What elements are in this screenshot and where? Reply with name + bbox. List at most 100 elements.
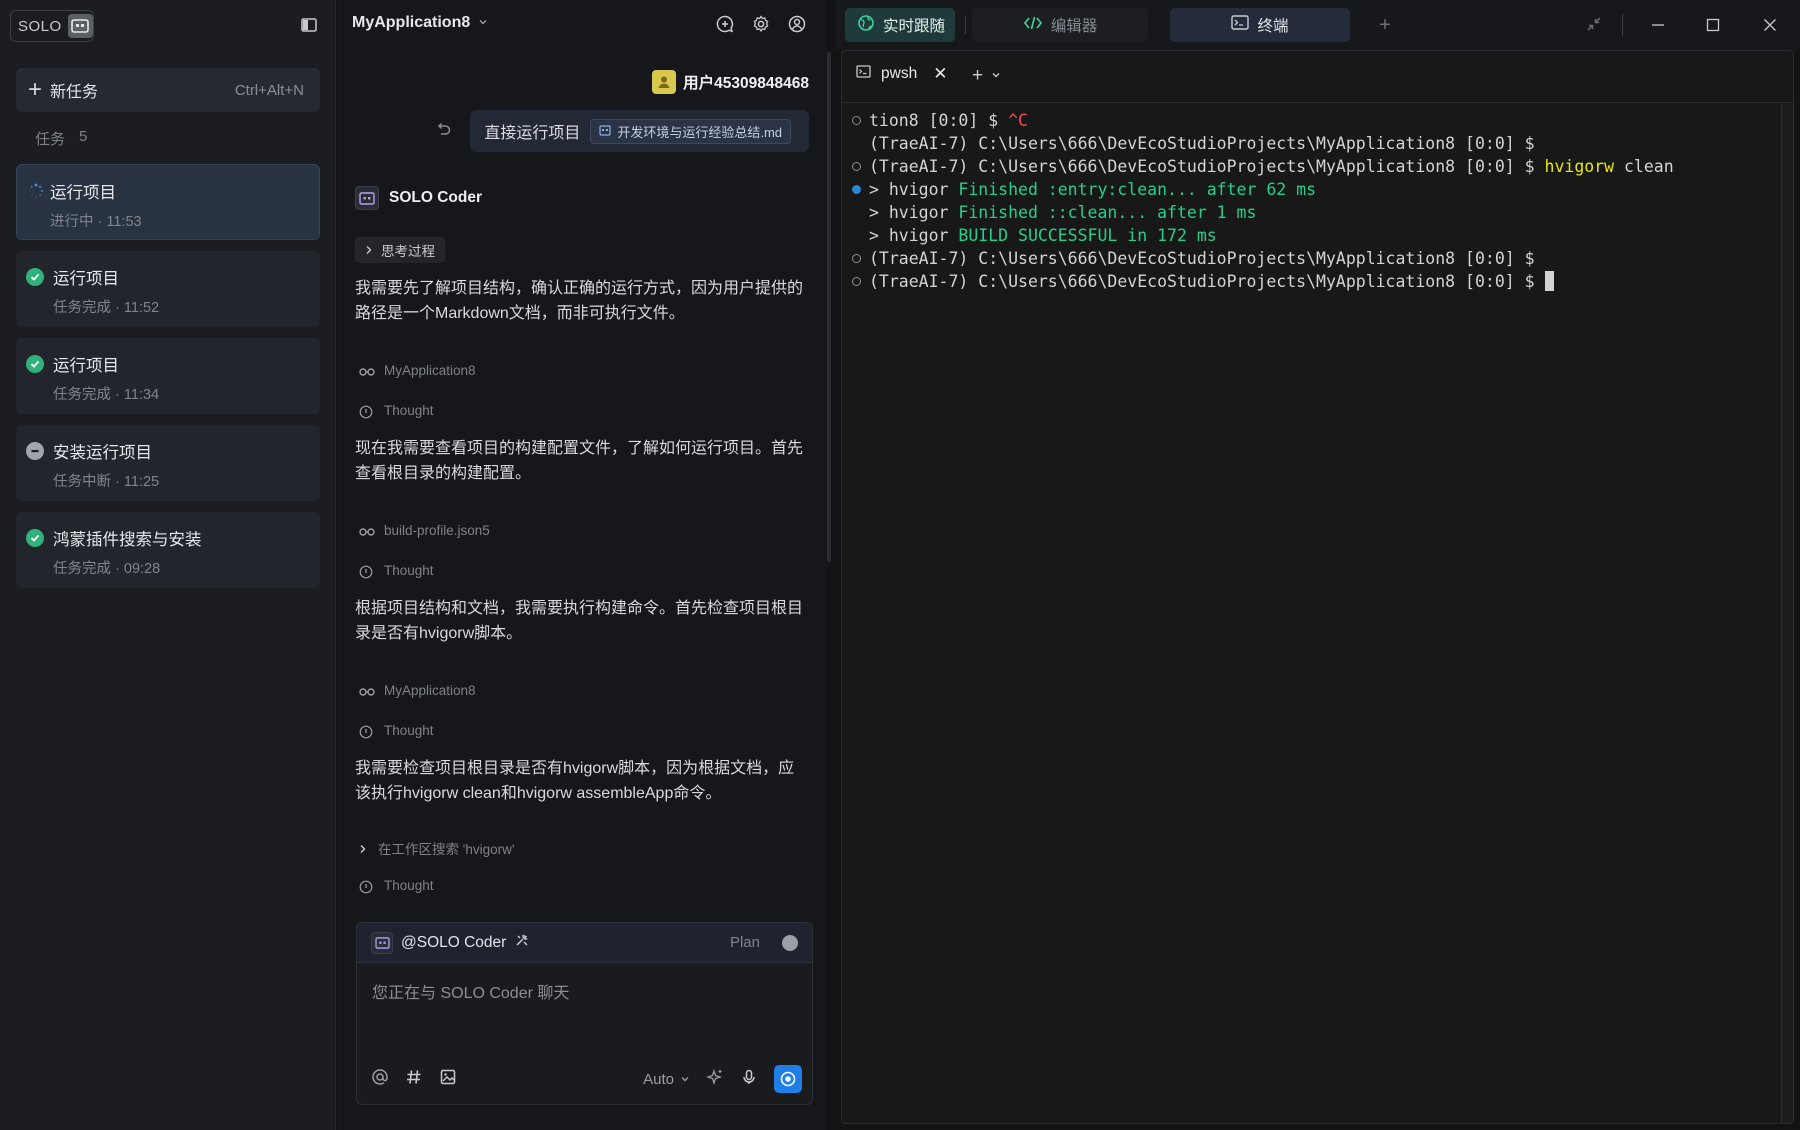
project-selector[interactable]: MyApplication8 <box>352 14 488 32</box>
command-status-dot[interactable] <box>852 277 861 286</box>
tasks-count: 5 <box>79 128 88 145</box>
chat-scrollbar[interactable] <box>827 52 831 562</box>
send-button[interactable] <box>774 1065 802 1093</box>
workspace-topbar: 实时跟随 编辑器 终端 + <box>835 0 1800 50</box>
view-file-step[interactable]: build-profile.json5 <box>359 523 490 538</box>
view-file-step[interactable]: MyApplication8 <box>359 363 476 378</box>
terminal-text: ^C <box>1008 111 1028 130</box>
project-name: MyApplication8 <box>352 14 471 31</box>
command-status-dot[interactable] <box>852 185 861 194</box>
view-file-step[interactable]: MyApplication8 <box>359 683 476 698</box>
gear-icon[interactable] <box>751 14 773 36</box>
at-mention-icon[interactable] <box>371 1068 389 1090</box>
tools-icon[interactable] <box>514 932 530 953</box>
new-task-button[interactable]: + 新任务 Ctrl+Alt+N <box>16 68 320 112</box>
terminal-text: Finished ::clean... after 1 ms <box>958 203 1257 222</box>
new-chat-icon[interactable] <box>715 14 737 36</box>
thinking-process-toggle[interactable]: 思考过程 <box>355 237 445 263</box>
glasses-icon <box>359 685 375 697</box>
agent-mention[interactable]: @SOLO Coder <box>401 934 506 952</box>
plan-toggle[interactable] <box>782 934 798 951</box>
assistant-message: 我需要先了解项目结构，确认正确的运行方式，因为用户提供的路径是一个Markdow… <box>355 280 804 322</box>
logo-text: SOLO <box>18 17 62 35</box>
agent-icon <box>355 186 379 210</box>
task-subtitle: 任务中断 · 11:25 <box>53 474 160 490</box>
command-status-dot[interactable] <box>852 254 861 263</box>
file-icon <box>599 124 611 139</box>
stop-circle-icon <box>26 442 44 460</box>
logo-icon <box>67 14 93 38</box>
chat-input-box: @SOLO Coder Plan 您正在与 SOLO Coder 聊天 Auto <box>356 922 813 1105</box>
search-step[interactable]: 在工作区搜索 'hvigorw' <box>359 838 514 858</box>
tab-editor[interactable]: 编辑器 <box>972 8 1148 42</box>
terminal-line: > hvigor BUILD SUCCESSFUL in 172 ms <box>852 224 1674 247</box>
tab-terminal[interactable]: 终端 <box>1170 8 1350 42</box>
sparkle-icon[interactable] <box>705 1068 724 1090</box>
minimize-icon[interactable] <box>1645 12 1671 38</box>
terminal-scrollbar[interactable] <box>1781 103 1793 1123</box>
tab-terminal-label: 终端 <box>1257 18 1289 35</box>
collapse-panel-icon[interactable] <box>1585 15 1605 35</box>
thought-step[interactable]: Thought <box>359 403 434 418</box>
terminal-line: tion8 [0:0] $ ^C <box>852 109 1674 132</box>
tasks-header: 任务 5 <box>35 128 87 149</box>
terminal-tab-pwsh[interactable]: pwsh ✕ <box>856 64 947 84</box>
maximize-icon[interactable] <box>1700 12 1726 38</box>
view-file-label: build-profile.json5 <box>384 523 490 538</box>
view-file-label: MyApplication8 <box>384 683 476 698</box>
task-item[interactable]: 运行项目 任务完成 · 11:52 <box>16 251 320 327</box>
close-icon[interactable] <box>1757 12 1783 38</box>
tab-divider <box>965 16 966 34</box>
hash-icon[interactable] <box>405 1068 423 1090</box>
command-status-dot[interactable] <box>852 116 861 125</box>
task-subtitle: 任务完成 · 09:28 <box>53 561 161 577</box>
tab-live-follow[interactable]: 实时跟随 <box>845 8 955 42</box>
plus-icon: + <box>972 65 984 86</box>
chevron-right-icon <box>365 243 373 258</box>
task-item[interactable]: 运行项目 任务完成 · 11:34 <box>16 338 320 414</box>
thought-step[interactable]: Thought <box>359 878 434 893</box>
thinking-label: 思考过程 <box>381 244 435 259</box>
new-terminal-button[interactable]: + <box>972 65 1001 87</box>
task-item[interactable]: 安装运行项目 任务中断 · 11:25 <box>16 425 320 501</box>
solo-logo[interactable]: SOLO <box>10 10 94 42</box>
task-item[interactable]: 运行项目 进行中 · 11:53 <box>16 164 320 240</box>
terminal-output[interactable]: tion8 [0:0] $ ^C (TraeAI-7) C:\Users\666\… <box>852 109 1674 293</box>
microphone-icon[interactable] <box>740 1068 758 1090</box>
terminal-text: hvigorw <box>1544 157 1615 176</box>
command-status-dot[interactable] <box>852 162 861 171</box>
agent-icon <box>371 931 393 954</box>
thought-label: Thought <box>384 878 434 893</box>
user-message-bubble: 直接运行项目 开发环境与运行经验总结.md <box>470 110 809 152</box>
close-tab-icon[interactable]: ✕ <box>933 64 947 84</box>
task-item[interactable]: 鸿蒙插件搜索与安装 任务完成 · 09:28 <box>16 512 320 588</box>
tasks-label: 任务 <box>35 131 66 148</box>
thought-step[interactable]: Thought <box>359 723 434 738</box>
add-tab-button[interactable]: + <box>1370 8 1400 42</box>
chat-input-field[interactable]: 您正在与 SOLO Coder 聊天 <box>372 979 569 1003</box>
model-select[interactable]: Auto <box>643 1071 690 1088</box>
tab-editor-label: 编辑器 <box>1050 18 1098 35</box>
terminal-tab-label: pwsh <box>881 65 918 82</box>
input-agent-bar: @SOLO Coder Plan <box>357 923 812 963</box>
terminal-text: (TraeAI-7) C:\Users\666\DevEcoStudioProj… <box>869 272 1545 291</box>
terminal-text: > hvigor <box>869 180 959 199</box>
thought-step[interactable]: Thought <box>359 563 434 578</box>
chevron-down-icon <box>991 70 1001 83</box>
image-icon[interactable] <box>439 1068 457 1090</box>
task-subtitle: 任务完成 · 11:52 <box>53 300 160 316</box>
terminal-line: (TraeAI-7) C:\Users\666\DevEcoStudioProj… <box>852 155 1674 178</box>
account-icon[interactable] <box>787 14 809 36</box>
code-icon <box>1023 15 1043 36</box>
info-circle-icon <box>359 405 375 418</box>
undo-icon[interactable] <box>434 120 452 143</box>
task-title: 运行项目 <box>50 184 116 202</box>
agent-header: SOLO Coder <box>355 186 482 210</box>
user-message-text: 直接运行项目 <box>484 125 581 142</box>
terminal-text: > hvigor <box>869 226 959 245</box>
info-circle-icon <box>359 565 375 578</box>
terminal-text: BUILD SUCCESSFUL in 172 ms <box>958 226 1217 245</box>
attached-file-chip[interactable]: 开发环境与运行经验总结.md <box>590 118 791 144</box>
chat-header-actions <box>715 14 809 36</box>
sidebar-toggle-icon[interactable] <box>300 16 320 36</box>
